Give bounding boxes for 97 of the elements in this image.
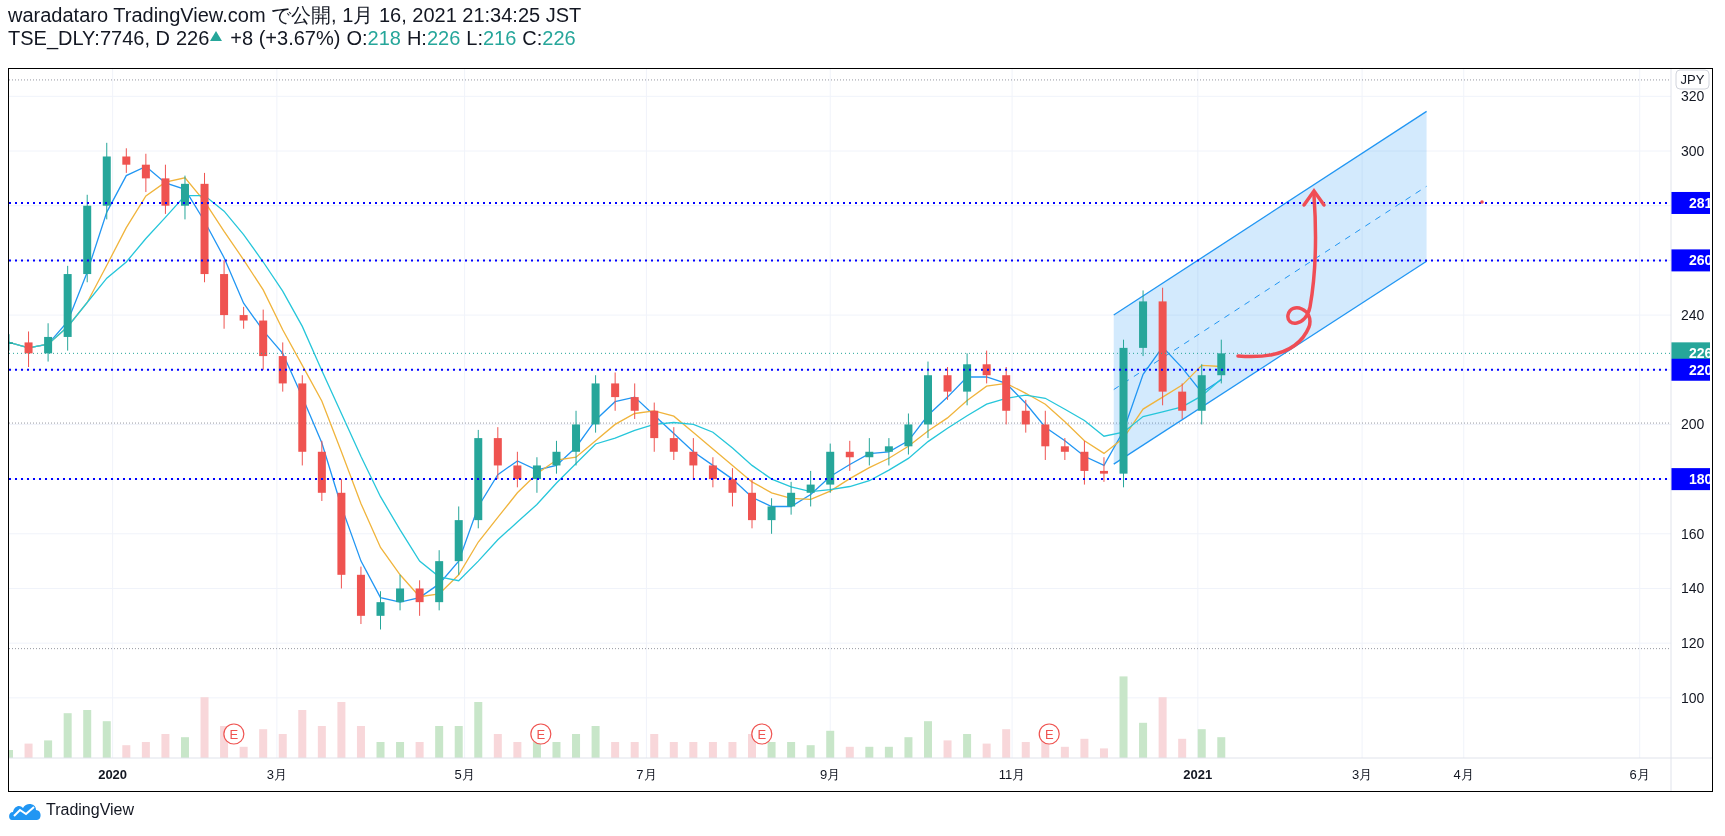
time-axis-label: 2020	[98, 767, 128, 782]
volume-bar	[161, 734, 170, 758]
earnings-marker[interactable]: E	[530, 723, 552, 745]
ohlc-value: 226	[426, 27, 461, 50]
volume-bar	[474, 702, 483, 758]
volume-bar	[181, 737, 189, 758]
volume-bar	[826, 730, 835, 758]
volume-bar	[1002, 729, 1011, 758]
volume-bar	[356, 726, 365, 758]
price-axis-label: 140	[1681, 580, 1705, 597]
volume-bar	[102, 721, 111, 758]
volume-bar	[259, 729, 268, 758]
volume-bar	[669, 742, 678, 758]
time-axis-label: 11月	[998, 767, 1026, 782]
volume-bar	[141, 742, 150, 758]
time-axis-label: 7月	[636, 767, 657, 782]
volume-bar	[963, 734, 972, 758]
volume-bar	[24, 743, 33, 758]
volume-bar	[1099, 748, 1108, 758]
volume-bar	[200, 697, 209, 758]
last-price: 226	[175, 27, 210, 50]
brand-name: TradingView	[46, 801, 135, 819]
ohlc-label: O:	[346, 27, 368, 50]
volume-bar	[1021, 742, 1030, 758]
price-axis-label: 320	[1681, 88, 1705, 105]
volume-bar	[1158, 697, 1167, 758]
volume-bar	[943, 740, 952, 758]
dot-mark	[1480, 200, 1484, 204]
volume-bar	[884, 746, 893, 758]
price-axis-label: 240	[1681, 307, 1705, 324]
ohlc-value: 218	[367, 27, 401, 50]
ohlc-label: H:	[406, 27, 427, 50]
volume-bar	[924, 721, 932, 758]
volume-bar	[44, 740, 53, 758]
time-axis-label: 5月	[454, 767, 475, 782]
volume-bar	[708, 742, 717, 758]
volume-bar	[493, 734, 502, 758]
volume-bar	[239, 746, 248, 758]
volume-bar	[9, 750, 13, 758]
ohlc-label: C:	[522, 27, 543, 50]
earnings-marker[interactable]: E	[223, 723, 245, 745]
volume-bar	[650, 734, 659, 758]
price-axis-label: 100	[1681, 689, 1705, 706]
volume-bar	[454, 726, 463, 758]
price-change: +8 (+3.67%)	[230, 27, 341, 50]
time-axis-label: 3月	[266, 767, 287, 782]
volume-bar	[865, 746, 874, 758]
price-axis-label: 200	[1681, 416, 1705, 433]
ohlc-value: 216	[482, 27, 517, 50]
volume-bar	[572, 734, 581, 758]
volume-bar	[513, 742, 522, 758]
volume-bar	[63, 713, 72, 758]
volume-bar	[337, 702, 346, 758]
volume-bar	[1139, 722, 1148, 758]
chart-title: waradataro TradingView.com で公開, 1月 16, 2021 21:34:25 JST	[8, 4, 582, 27]
time-axis-label: 2021	[1183, 767, 1213, 782]
symbol-label: TSE_DLY:7746, D	[8, 27, 170, 50]
volume-bar	[630, 742, 639, 758]
volume-bar	[904, 737, 913, 758]
volume-bar	[787, 742, 796, 758]
volume-bar	[1080, 738, 1089, 758]
time-axis-label: 4月	[1453, 767, 1474, 782]
volume-bar	[728, 742, 737, 758]
volume-bar	[689, 742, 698, 758]
ohlc-value: 226	[542, 27, 576, 50]
volume-bar	[1197, 729, 1206, 758]
price-label: 281	[1671, 191, 1712, 214]
volume-bar	[83, 710, 92, 758]
currency-button[interactable]: JPY	[1675, 69, 1710, 90]
volume-bar	[1060, 746, 1069, 758]
price-axis-label: 300	[1681, 143, 1705, 159]
volume-bar	[1178, 738, 1187, 758]
price-axis-label: 160	[1681, 525, 1705, 542]
price-axis-label: 120	[1681, 635, 1705, 652]
volume-bar	[845, 746, 854, 758]
time-axis-label: 6月	[1629, 767, 1650, 782]
volume-bar	[767, 742, 776, 758]
volume-bar	[122, 745, 131, 758]
volume-bar	[376, 742, 385, 758]
volume-bar	[1217, 737, 1226, 758]
volume-bar	[317, 726, 326, 758]
volume-bar	[532, 742, 541, 758]
earnings-marker[interactable]: E	[1038, 723, 1060, 745]
ohlc-label: L:	[466, 27, 483, 50]
volume-bar	[806, 745, 815, 758]
time-axis-label: 9月	[820, 767, 841, 782]
volume-bar	[415, 742, 424, 758]
volume-bar	[591, 726, 600, 758]
volume-bar	[278, 734, 287, 758]
volume-bar	[611, 742, 620, 758]
time-axis-label: 3月	[1351, 767, 1373, 782]
volume-bar	[435, 726, 444, 758]
volume-bar	[982, 743, 991, 758]
volume-bar	[396, 742, 405, 758]
volume-bar	[552, 742, 561, 758]
earnings-marker[interactable]: E	[751, 723, 773, 745]
volume-bar	[298, 710, 307, 758]
